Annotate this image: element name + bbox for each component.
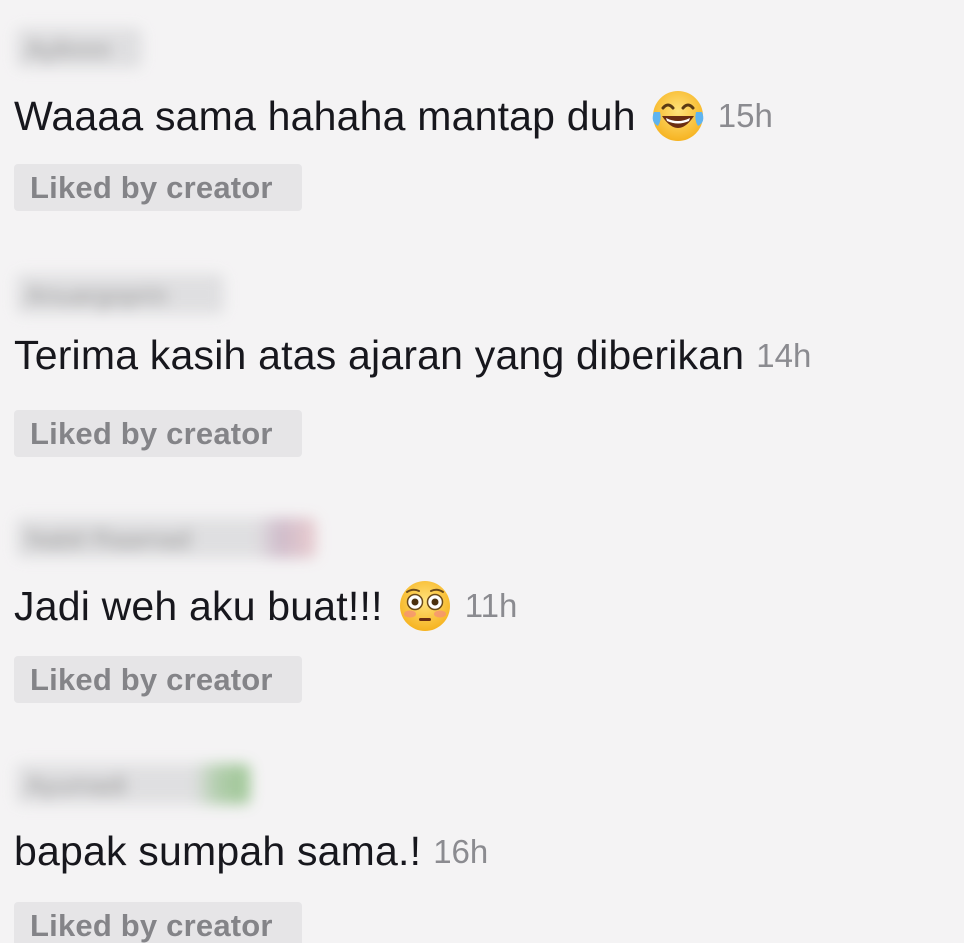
comment-timestamp: 15h [717, 97, 773, 134]
comment-text: Terima kasih atas ajaran yang diberikan [14, 332, 745, 378]
comment-timestamp: 16h [433, 832, 489, 870]
flushed-face-icon [397, 578, 453, 634]
username-blurred[interactable]: Ayumadi [16, 764, 250, 804]
comment-text: Waaaa sama hahaha mantap duh [14, 92, 636, 139]
comment-text: bapak sumpah sama.! [14, 828, 422, 874]
face-with-tears-of-joy-icon [650, 88, 706, 144]
comment-text: Jadi weh aku buat!!! [14, 582, 383, 629]
username-label: Nabil Raamad [26, 524, 191, 554]
username-blurred[interactable]: Anuargoprin [16, 274, 224, 314]
username-label: Aylinnn [26, 34, 111, 64]
badge-label: Liked by creator [30, 170, 273, 205]
comment-timestamp: 14h [756, 336, 812, 374]
username-blurred[interactable]: Aylinnn [16, 28, 142, 68]
badge-label: Liked by creator [30, 908, 273, 943]
comment-line: bapak sumpah sama.! 16h [14, 828, 488, 875]
liked-by-creator-badge: Liked by creator [14, 410, 302, 457]
comment-line: Waaaa sama hahaha mantap duh 15h [14, 88, 773, 144]
liked-by-creator-badge: Liked by creator [14, 902, 302, 943]
username-blurred[interactable]: Nabil Raamad [16, 518, 316, 558]
badge-label: Liked by creator [30, 416, 273, 451]
comment-line: Jadi weh aku buat!!! 11h [14, 578, 517, 634]
liked-by-creator-badge: Liked by creator [14, 164, 302, 211]
liked-by-creator-badge: Liked by creator [14, 656, 302, 703]
comment-line: Terima kasih atas ajaran yang diberikan … [14, 332, 811, 379]
comment-list: Aylinnn Waaaa sama hahaha mantap duh 15h… [0, 0, 964, 943]
comment-timestamp: 11h [464, 587, 518, 624]
username-label: Anuargoprin [26, 280, 168, 310]
username-label: Ayumadi [26, 770, 127, 800]
badge-label: Liked by creator [30, 662, 273, 697]
